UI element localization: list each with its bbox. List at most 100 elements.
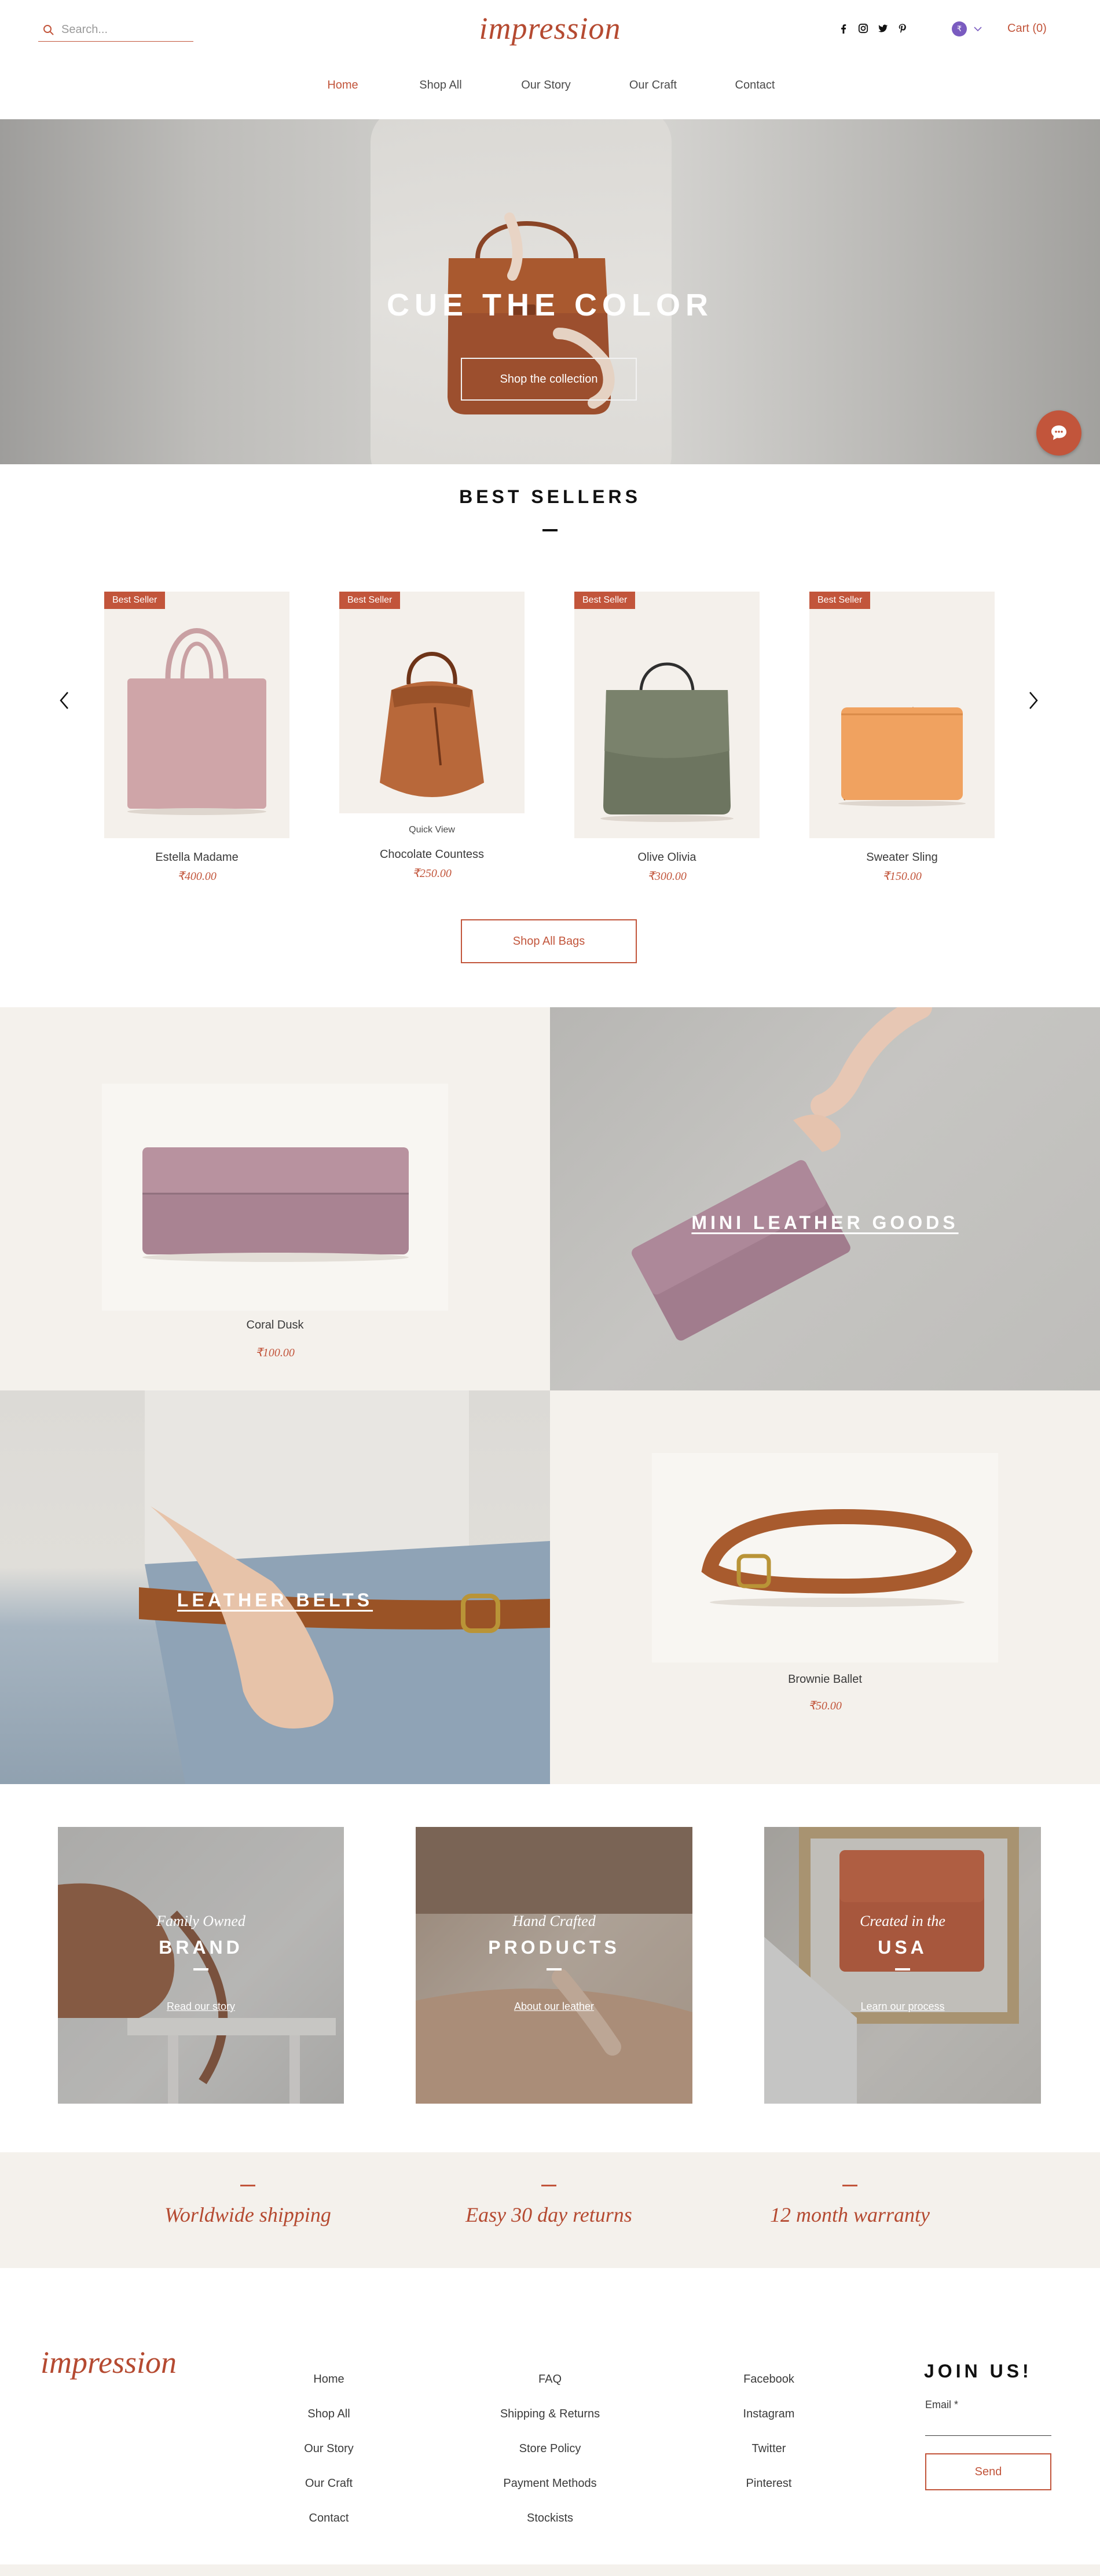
product-image[interactable]: Best Seller xyxy=(574,592,760,838)
story-heading: BRAND xyxy=(159,1937,243,1958)
twitter-icon[interactable] xyxy=(877,22,889,35)
footer-link-payment-methods[interactable]: Payment Methods xyxy=(463,2478,637,2512)
footer-col-main: Home Shop All Our Story Our Craft Contac… xyxy=(242,2373,416,2547)
product-name[interactable]: Estella Madame xyxy=(104,851,289,864)
footer-link-our-craft[interactable]: Our Craft xyxy=(242,2478,416,2512)
product-name[interactable]: Brownie Ballet xyxy=(550,1673,1100,1686)
footer-link-pinterest[interactable]: Pinterest xyxy=(682,2478,856,2512)
footer-link-shop-all[interactable]: Shop All xyxy=(242,2408,416,2443)
footer-link-instagram[interactable]: Instagram xyxy=(682,2408,856,2443)
email-field[interactable] xyxy=(925,2415,1051,2436)
read-our-story-link[interactable]: Read our story xyxy=(58,2001,344,2013)
coral-wallet-image xyxy=(142,1147,409,1262)
shop-collection-button[interactable]: Shop the collection xyxy=(461,358,637,401)
facebook-icon[interactable] xyxy=(837,22,850,35)
currency-selector[interactable]: ₹ xyxy=(952,21,983,36)
product-card[interactable]: Best Seller Sweater Sling ₹150.00 xyxy=(809,592,995,883)
about-our-leather-link[interactable]: About our leather xyxy=(416,2001,692,2013)
best-seller-badge: Best Seller xyxy=(104,592,166,609)
site-logo[interactable]: impression xyxy=(479,11,621,46)
footer-link-faq[interactable]: FAQ xyxy=(463,2373,637,2408)
leather-belts-link[interactable]: LEATHER BELTS xyxy=(0,1590,550,1611)
best-sellers-title: BEST SELLERS xyxy=(459,486,641,507)
nav-item-contact[interactable]: Contact xyxy=(706,79,804,92)
carousel-prev-button[interactable] xyxy=(56,689,73,712)
product-image[interactable]: Best Seller xyxy=(809,592,995,838)
orange-sling-bag-image xyxy=(838,707,966,806)
product-image[interactable]: Best Seller xyxy=(339,592,525,813)
product-name[interactable]: Coral Dusk xyxy=(0,1319,550,1332)
footer-link-shipping-returns[interactable]: Shipping & Returns xyxy=(463,2408,637,2443)
instagram-icon[interactable] xyxy=(857,22,870,35)
brown-belt-image xyxy=(701,1509,973,1607)
product-card[interactable]: Best Seller Estella Madame ₹400.00 xyxy=(104,592,289,883)
story-card-brand[interactable]: Family Owned BRAND Read our story xyxy=(58,1827,344,2104)
brownie-ballet-tile[interactable]: Brownie Ballet ₹50.00 xyxy=(550,1390,1100,1784)
hero-title: CUE THE COLOR xyxy=(386,288,713,322)
social-bar xyxy=(837,22,909,35)
story-card-usa[interactable]: Created in the USA Learn our process xyxy=(764,1827,1041,2104)
perk-dash xyxy=(240,2185,255,2186)
perk-dash xyxy=(842,2185,857,2186)
image-overlay xyxy=(764,1827,1041,2104)
learn-our-process-link[interactable]: Learn our process xyxy=(764,2001,1041,2013)
product-image[interactable]: Best Seller xyxy=(104,592,289,838)
chat-button[interactable] xyxy=(1036,410,1081,456)
nav-item-our-story[interactable]: Our Story xyxy=(492,79,600,92)
nav-item-home[interactable]: Home xyxy=(296,79,389,92)
wallet-in-hand-image xyxy=(632,1007,932,1341)
perk-dash xyxy=(541,2185,556,2186)
image-overlay xyxy=(416,1827,692,2104)
footer-link-twitter[interactable]: Twitter xyxy=(682,2443,856,2478)
chevron-left-icon xyxy=(60,692,68,709)
pinterest-icon[interactable] xyxy=(896,22,909,35)
join-us-title: JOIN US! xyxy=(924,2361,1032,2381)
search-input[interactable] xyxy=(61,23,189,36)
carousel-next-button[interactable] xyxy=(1025,689,1042,712)
product-card[interactable]: Best Seller Olive Olivia ₹300.00 xyxy=(574,592,760,883)
footer-link-facebook[interactable]: Facebook xyxy=(682,2373,856,2408)
leather-belts-tile[interactable]: LEATHER BELTS xyxy=(0,1390,550,1784)
story-heading: USA xyxy=(878,1937,927,1958)
product-image-card[interactable] xyxy=(102,1084,448,1311)
search-icon xyxy=(43,24,54,35)
footer-link-stockists[interactable]: Stockists xyxy=(463,2512,637,2547)
currency-badge: ₹ xyxy=(952,21,967,36)
product-card[interactable]: Best Seller Quick View Chocolate Countes… xyxy=(339,592,525,880)
story-dash xyxy=(547,1968,562,1970)
olive-handbag-image xyxy=(600,662,734,822)
product-name[interactable]: Olive Olivia xyxy=(574,851,760,864)
mini-leather-goods-tile[interactable]: MINI LEATHER GOODS xyxy=(550,1007,1100,1390)
quick-view-button[interactable]: Quick View xyxy=(339,825,525,835)
footer-logo[interactable]: impression xyxy=(41,2344,177,2380)
perk-text: Worldwide shipping xyxy=(164,2203,331,2226)
product-name[interactable]: Chocolate Countess xyxy=(339,848,525,861)
perk-item: 12 month warranty xyxy=(734,2185,966,2227)
chevron-down-icon xyxy=(974,27,982,32)
shop-all-bags-button[interactable]: Shop All Bags xyxy=(461,919,637,963)
perks-strip: Worldwide shipping Easy 30 day returns 1… xyxy=(0,2152,1100,2268)
email-label: Email * xyxy=(925,2399,959,2410)
mini-leather-goods-link[interactable]: MINI LEATHER GOODS xyxy=(550,1212,1100,1234)
footer-col-help: FAQ Shipping & Returns Store Policy Paym… xyxy=(463,2373,637,2547)
best-seller-badge: Best Seller xyxy=(809,592,871,609)
send-button[interactable]: Send xyxy=(925,2453,1051,2490)
story-card-products[interactable]: Hand Crafted PRODUCTS About our leather xyxy=(416,1827,692,2104)
best-seller-badge: Best Seller xyxy=(339,592,401,609)
footer-link-home[interactable]: Home xyxy=(242,2373,416,2408)
footer-link-our-story[interactable]: Our Story xyxy=(242,2443,416,2478)
product-name[interactable]: Sweater Sling xyxy=(809,851,995,864)
footer-link-contact[interactable]: Contact xyxy=(242,2512,416,2547)
product-price: ₹400.00 xyxy=(177,870,217,883)
coral-dusk-tile[interactable]: Coral Dusk ₹100.00 xyxy=(0,1007,550,1390)
product-image-card[interactable] xyxy=(652,1453,998,1663)
nav-item-our-craft[interactable]: Our Craft xyxy=(600,79,706,92)
cart-link[interactable]: Cart (0) xyxy=(1007,22,1047,35)
search-bar[interactable] xyxy=(38,19,193,42)
product-price: ₹250.00 xyxy=(412,867,452,880)
pink-tote-bag-image xyxy=(127,628,266,815)
image-overlay xyxy=(58,1827,344,2104)
nav-item-shop-all[interactable]: Shop All xyxy=(389,79,492,92)
footer-link-store-policy[interactable]: Store Policy xyxy=(463,2443,637,2478)
story-heading: PRODUCTS xyxy=(488,1937,620,1958)
